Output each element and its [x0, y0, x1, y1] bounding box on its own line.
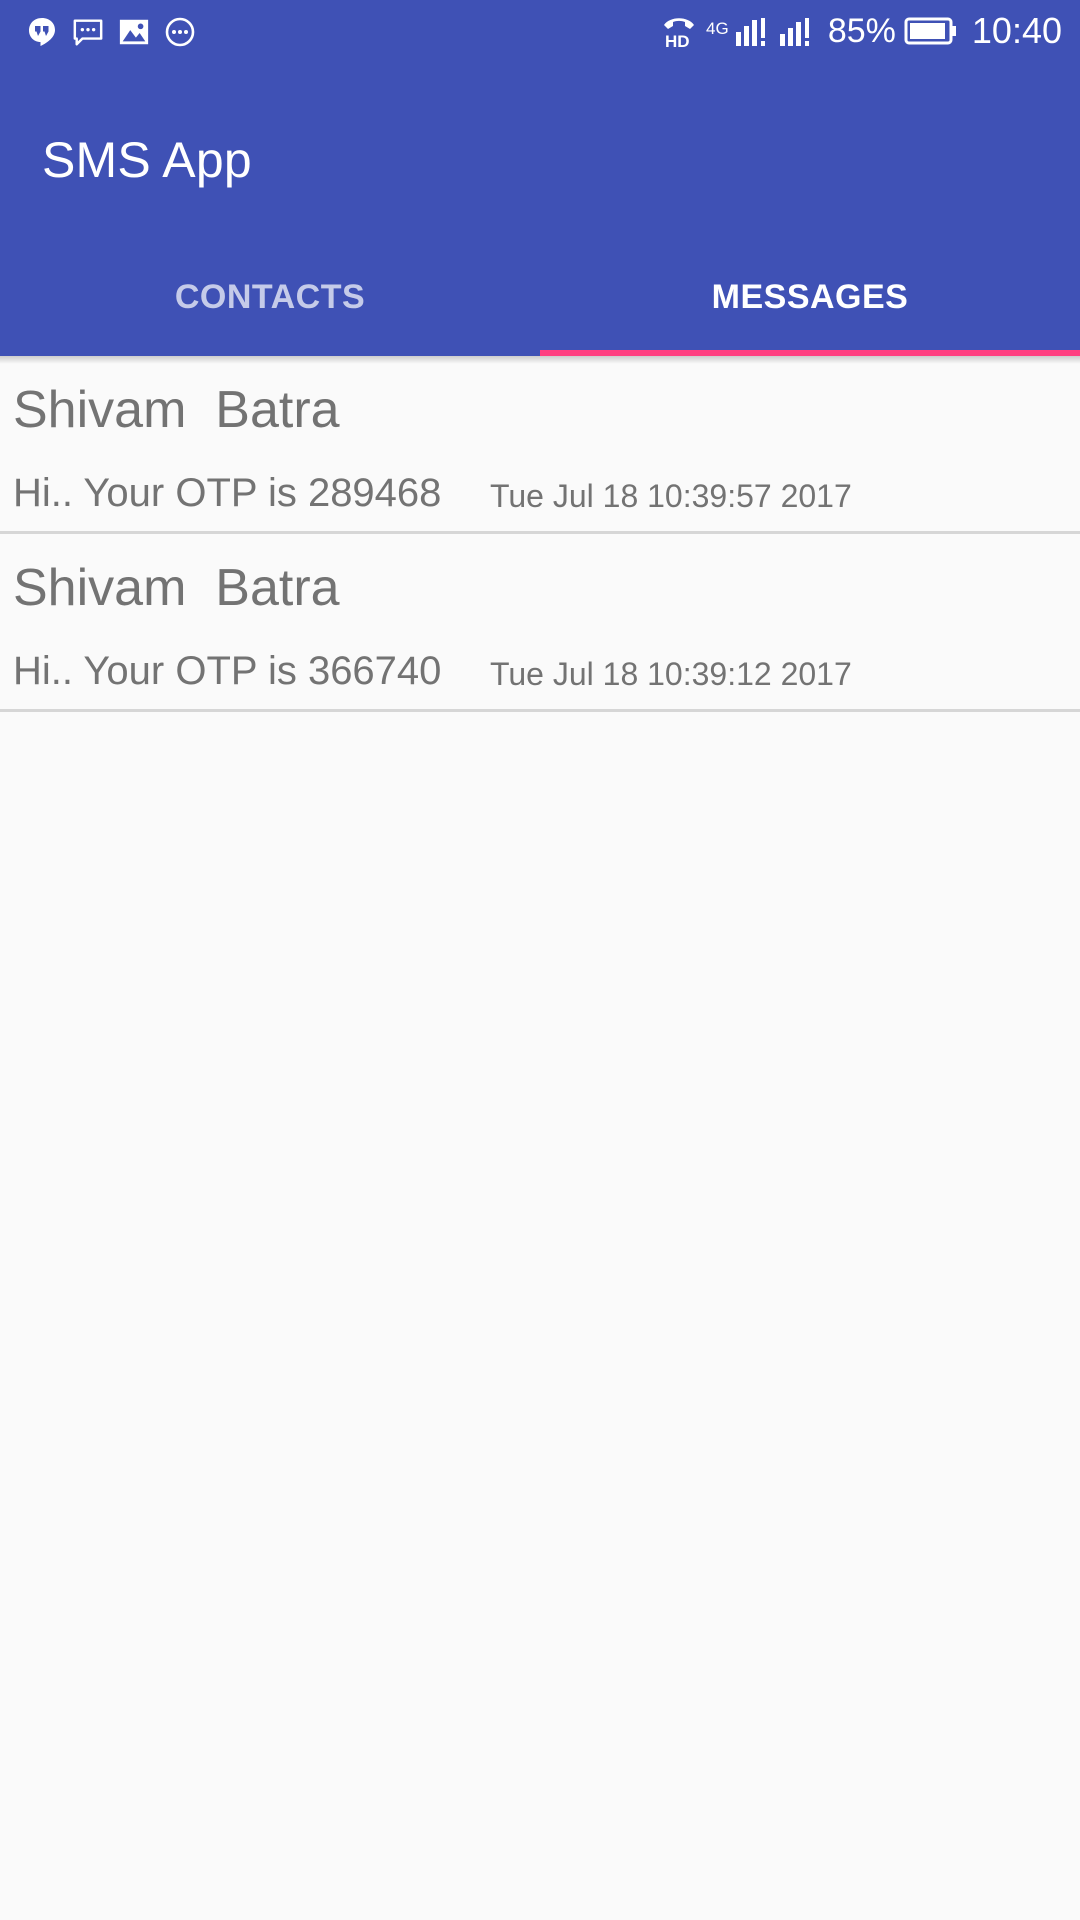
status-bar: HD 4G 85% 10:40: [0, 0, 1080, 62]
signal-icon: [778, 12, 816, 50]
more-icon: [164, 16, 196, 48]
message-sender: Shivam Batra: [13, 381, 340, 439]
message-body: Hi.. Your OTP is 289468: [13, 471, 442, 515]
notification-icons: [26, 14, 196, 50]
clock: 10:40: [971, 10, 1062, 51]
message-date: Tue Jul 18 10:39:57 2017: [490, 478, 852, 514]
list-item[interactable]: Shivam Batra Hi.. Your OTP is 366740 Tue…: [0, 534, 1080, 712]
tab-contacts[interactable]: CONTACTS: [0, 250, 540, 356]
svg-text:4G: 4G: [706, 19, 729, 38]
message-list: Shivam Batra Hi.. Your OTP is 289468 Tue…: [0, 356, 1080, 712]
image-icon: [118, 16, 150, 48]
tab-bar: CONTACTS MESSAGES: [0, 250, 1080, 356]
hangouts-icon: [26, 16, 58, 48]
hd-call-icon: HD: [660, 12, 698, 50]
app-title: SMS App: [42, 132, 252, 188]
message-sender: Shivam Batra: [13, 559, 340, 617]
4g-signal-icon: 4G: [706, 12, 770, 50]
sms-icon: [72, 16, 104, 48]
battery-percent: 85%: [827, 11, 896, 50]
message-date: Tue Jul 18 10:39:12 2017: [490, 656, 852, 692]
message-body: Hi.. Your OTP is 366740: [13, 649, 442, 693]
svg-text:HD: HD: [665, 32, 690, 50]
system-icons: HD 4G 85% 10:40: [660, 10, 1062, 52]
list-item[interactable]: Shivam Batra Hi.. Your OTP is 289468 Tue…: [0, 356, 1080, 534]
app-bar: HD 4G 85% 10:40 SMS App CONTACTS MESSAGE…: [0, 0, 1080, 356]
battery-icon: [904, 16, 958, 46]
tab-messages[interactable]: MESSAGES: [540, 250, 1080, 356]
